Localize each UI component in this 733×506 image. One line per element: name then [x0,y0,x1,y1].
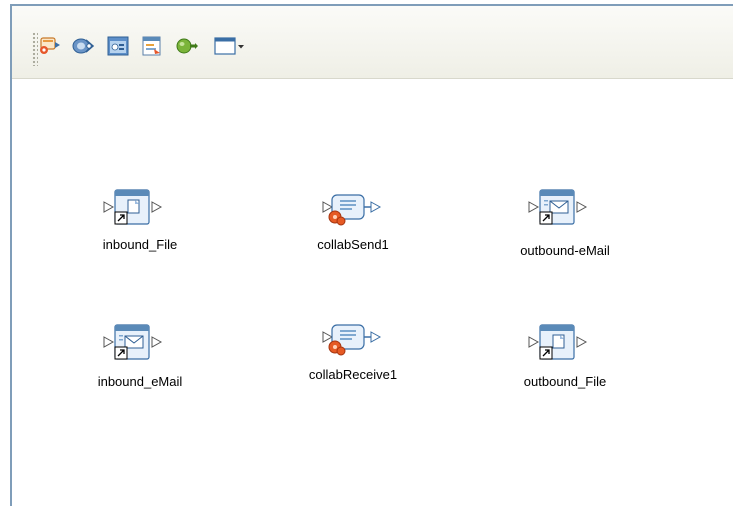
node-inbound-email[interactable]: inbound_eMail [75,320,205,400]
connector-button[interactable] [174,34,200,58]
web-service-button[interactable] [105,34,131,58]
node-outbound-email[interactable]: outbound-eMail [500,185,630,265]
node-inbound-file[interactable]: inbound_File [75,185,205,265]
collaboration-icon [322,194,382,226]
node-label: collabSend1 [317,237,389,252]
node-collab-receive1[interactable]: collabReceive1 [288,315,418,395]
file-external-icon [528,324,588,360]
window-dropdown-icon [214,37,244,55]
business-process-icon [142,36,161,56]
node-label: outbound-eMail [520,243,610,258]
toolbar [12,6,733,79]
business-process-button[interactable] [139,34,165,58]
external-application-icon [40,37,60,54]
node-label: inbound_File [102,237,178,252]
service-button[interactable] [70,34,96,58]
email-external-icon [103,324,163,360]
service-icon [72,38,95,54]
node-collab-send1[interactable]: collabSend1 [288,185,418,265]
editor-frame: inbound_File collabSend1 outbound-eMail … [0,0,733,506]
file-external-icon [103,189,163,225]
connector-icon [176,38,198,54]
external-application-button[interactable] [36,34,62,58]
web-service-icon [107,36,129,56]
diagram-canvas[interactable]: inbound_File collabSend1 outbound-eMail … [12,79,733,506]
node-label: inbound_eMail [97,374,183,389]
node-outbound-file[interactable]: outbound_File [500,320,630,400]
node-label: collabReceive1 [308,367,398,382]
node-label: outbound_File [523,374,607,389]
collaboration-icon [322,324,382,356]
email-external-icon [528,189,588,225]
window-dropdown-button[interactable] [212,34,246,58]
